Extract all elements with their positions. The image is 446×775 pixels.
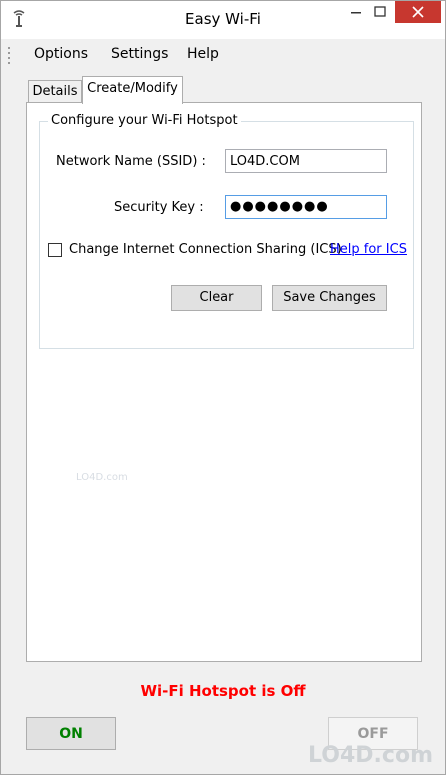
tab-details[interactable]: Details bbox=[28, 80, 82, 102]
hotspot-config-group: Configure your Wi-Fi Hotspot Network Nam… bbox=[39, 113, 414, 349]
close-icon bbox=[412, 6, 424, 18]
on-button[interactable]: ON bbox=[26, 717, 116, 750]
menu-grip-icon bbox=[8, 47, 10, 64]
tab-create-modify[interactable]: Create/Modify bbox=[82, 76, 183, 104]
ssid-label: Network Name (SSID) : bbox=[56, 154, 206, 169]
menu-settings[interactable]: Settings bbox=[111, 46, 168, 62]
ics-help-link[interactable]: Help for ICS bbox=[330, 242, 407, 257]
ssid-input[interactable] bbox=[225, 149, 387, 173]
group-title: Configure your Wi-Fi Hotspot bbox=[48, 113, 241, 128]
watermark-text: LO4D.com bbox=[76, 472, 128, 483]
lo4d-watermark: LO4D.com bbox=[308, 743, 433, 768]
save-changes-button[interactable]: Save Changes bbox=[272, 285, 387, 311]
menu-options[interactable]: Options bbox=[34, 46, 88, 62]
close-button[interactable] bbox=[395, 1, 441, 23]
menu-help[interactable]: Help bbox=[187, 46, 219, 62]
app-window: Easy Wi-Fi Options Settings Help Details… bbox=[0, 0, 446, 775]
security-key-input[interactable]: ●●●●●●●● bbox=[225, 195, 387, 219]
ics-checkbox-label: Change Internet Connection Sharing (ICS) bbox=[69, 242, 342, 257]
ics-checkbox[interactable] bbox=[48, 243, 62, 257]
title-bar: Easy Wi-Fi bbox=[1, 1, 445, 39]
minimize-icon bbox=[351, 12, 361, 14]
tab-panel-create-modify: Configure your Wi-Fi Hotspot Network Nam… bbox=[26, 102, 422, 662]
menu-bar: Options Settings Help bbox=[1, 39, 445, 69]
maximize-icon bbox=[374, 6, 386, 17]
security-key-label: Security Key : bbox=[114, 200, 204, 215]
clear-button[interactable]: Clear bbox=[171, 285, 262, 311]
hotspot-status: Wi-Fi Hotspot is Off bbox=[140, 682, 306, 700]
